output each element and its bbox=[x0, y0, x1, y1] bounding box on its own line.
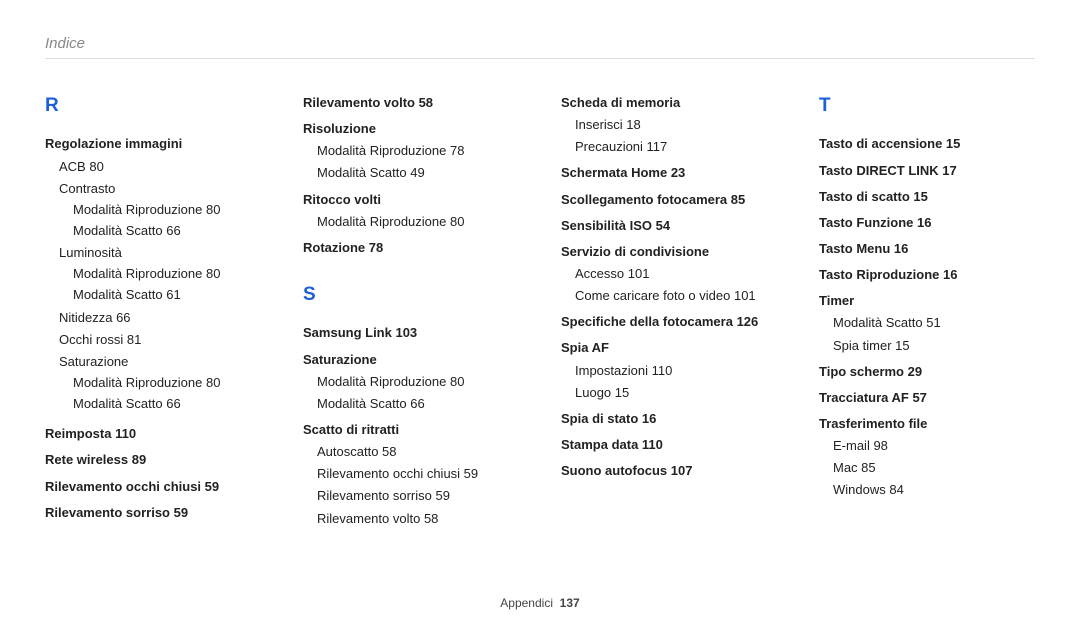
index-entry: Saturazione bbox=[59, 352, 261, 372]
footer-label: Appendici bbox=[500, 596, 553, 610]
index-entry: Mac 85 bbox=[833, 458, 1035, 478]
index-entry: Samsung Link 103 bbox=[303, 323, 519, 343]
index-entry: Rotazione 78 bbox=[303, 238, 519, 258]
index-entry: Reimposta 110 bbox=[45, 424, 261, 444]
index-entry: Luogo 15 bbox=[575, 383, 777, 403]
index-entry: Sensibilità ISO 54 bbox=[561, 216, 777, 236]
index-entry: Rilevamento occhi chiusi 59 bbox=[45, 477, 261, 497]
column-1: R Regolazione immaginiACB 80ContrastoMod… bbox=[45, 87, 261, 529]
index-letter-t: T bbox=[819, 91, 1035, 120]
index-entry: Modalità Riproduzione 78 bbox=[317, 141, 519, 161]
index-entry: Scollegamento fotocamera 85 bbox=[561, 190, 777, 210]
index-entry: Rete wireless 89 bbox=[45, 450, 261, 470]
index-entry: Modalità Riproduzione 80 bbox=[73, 373, 261, 393]
index-entry: Spia di stato 16 bbox=[561, 409, 777, 429]
index-entry: Luminosità bbox=[59, 243, 261, 263]
index-entry: Stampa data 110 bbox=[561, 435, 777, 455]
index-entry: Servizio di condivisione bbox=[561, 242, 777, 262]
page-footer: Appendici 137 bbox=[0, 596, 1080, 610]
index-entry: Timer bbox=[819, 291, 1035, 311]
index-entry: Modalità Scatto 66 bbox=[317, 394, 519, 414]
index-entry: Modalità Riproduzione 80 bbox=[317, 212, 519, 232]
index-entry: Accesso 101 bbox=[575, 264, 777, 284]
column-2: Rilevamento volto 58RisoluzioneModalità … bbox=[303, 87, 519, 529]
index-entry: Modalità Scatto 49 bbox=[317, 163, 519, 183]
index-entry: ACB 80 bbox=[59, 157, 261, 177]
index-entry: Regolazione immagini bbox=[45, 134, 261, 154]
col1-list: Regolazione immaginiACB 80ContrastoModal… bbox=[45, 134, 261, 522]
index-entry: Rilevamento occhi chiusi 59 bbox=[317, 464, 519, 484]
index-letter-s: S bbox=[303, 280, 519, 309]
index-entry: Modalità Scatto 61 bbox=[73, 285, 261, 305]
index-entry: Risoluzione bbox=[303, 119, 519, 139]
index-entry: Tasto DIRECT LINK 17 bbox=[819, 161, 1035, 181]
index-entry: Spia AF bbox=[561, 338, 777, 358]
index-entry: Windows 84 bbox=[833, 480, 1035, 500]
page-header: Indice bbox=[45, 35, 1035, 59]
index-entry: Suono autofocus 107 bbox=[561, 461, 777, 481]
index-entry: Modalità Riproduzione 80 bbox=[317, 372, 519, 392]
index-entry: Tracciatura AF 57 bbox=[819, 388, 1035, 408]
index-entry: Inserisci 18 bbox=[575, 115, 777, 135]
index-entry: Tasto Funzione 16 bbox=[819, 213, 1035, 233]
index-entry: Modalità Riproduzione 80 bbox=[73, 264, 261, 284]
index-entry: Impostazioni 110 bbox=[575, 361, 777, 381]
index-entry: Autoscatto 58 bbox=[317, 442, 519, 462]
index-entry: Come caricare foto o video 101 bbox=[575, 286, 777, 306]
index-entry: Modalità Riproduzione 80 bbox=[73, 200, 261, 220]
col3-list: Scheda di memoriaInserisci 18Precauzioni… bbox=[561, 93, 777, 481]
index-entry: Modalità Scatto 66 bbox=[73, 221, 261, 241]
index-entry: Modalità Scatto 51 bbox=[833, 313, 1035, 333]
index-entry: Contrasto bbox=[59, 179, 261, 199]
col2-list-b: Samsung Link 103 SaturazioneModalità Ripr… bbox=[303, 323, 519, 528]
index-entry: Tasto Riproduzione 16 bbox=[819, 265, 1035, 285]
index-entry: Saturazione bbox=[303, 350, 519, 370]
index-entry: Tipo schermo 29 bbox=[819, 362, 1035, 382]
index-letter-r: R bbox=[45, 91, 261, 120]
index-entry: Schermata Home 23 bbox=[561, 163, 777, 183]
index-entry: Spia timer 15 bbox=[833, 336, 1035, 356]
index-entry: Modalità Scatto 66 bbox=[73, 394, 261, 414]
index-entry: Tasto Menu 16 bbox=[819, 239, 1035, 259]
index-entry: Rilevamento sorriso 59 bbox=[45, 503, 261, 523]
index-entry: Trasferimento file bbox=[819, 414, 1035, 434]
index-entry: Scheda di memoria bbox=[561, 93, 777, 113]
index-entry: Precauzioni 117 bbox=[575, 137, 777, 157]
index-columns: R Regolazione immaginiACB 80ContrastoMod… bbox=[45, 87, 1035, 529]
index-entry: Specifiche della fotocamera 126 bbox=[561, 312, 777, 332]
index-entry: Occhi rossi 81 bbox=[59, 330, 261, 350]
index-entry: Rilevamento volto 58 bbox=[303, 93, 519, 113]
footer-page-number: 137 bbox=[560, 596, 580, 610]
index-entry: Ritocco volti bbox=[303, 190, 519, 210]
index-entry: Rilevamento sorriso 59 bbox=[317, 486, 519, 506]
col2-list-a: Rilevamento volto 58RisoluzioneModalità … bbox=[303, 93, 519, 258]
index-entry: E-mail 98 bbox=[833, 436, 1035, 456]
index-entry: Tasto di scatto 15 bbox=[819, 187, 1035, 207]
column-4: T Tasto di accensione 15 Tasto DIRECT LIN… bbox=[819, 87, 1035, 529]
index-entry: Rilevamento volto 58 bbox=[317, 509, 519, 529]
column-3: Scheda di memoriaInserisci 18Precauzioni… bbox=[561, 87, 777, 529]
index-entry: Nitidezza 66 bbox=[59, 308, 261, 328]
index-entry: Scatto di ritratti bbox=[303, 420, 519, 440]
index-entry: Tasto di accensione 15 bbox=[819, 134, 1035, 154]
col4-list: Tasto di accensione 15 Tasto DIRECT LINK … bbox=[819, 134, 1035, 500]
